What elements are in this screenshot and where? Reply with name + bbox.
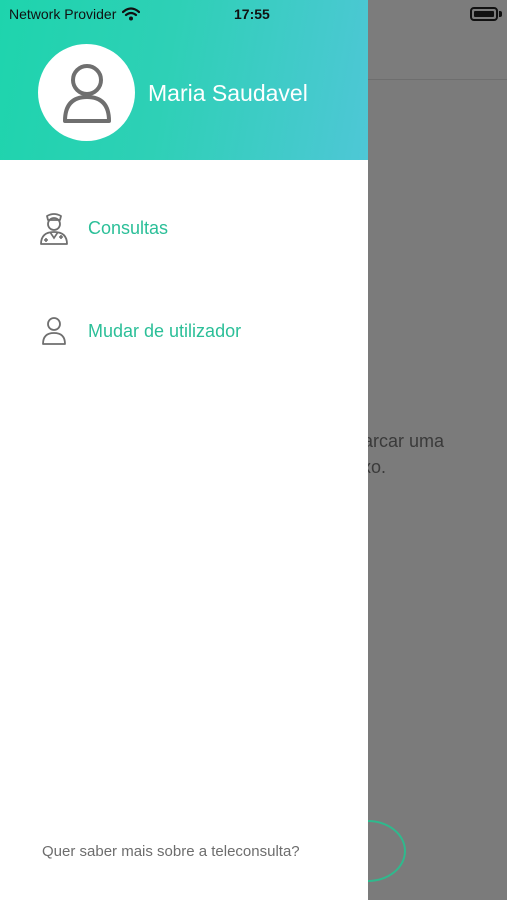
- doctor-icon: [38, 211, 70, 245]
- navigation-drawer: Maria Saudavel Consultas Mudar de utiliz…: [0, 0, 368, 900]
- battery-tip: [499, 11, 502, 17]
- background-text: marcar uma aixo.: [348, 428, 507, 480]
- teleconsulta-info-link[interactable]: Quer saber mais sobre a teleconsulta?: [42, 843, 300, 860]
- status-bar: Network Provider 17:55: [0, 0, 507, 28]
- avatar[interactable]: [38, 44, 135, 141]
- menu-item-label: Consultas: [88, 217, 169, 238]
- user-icon: [38, 314, 70, 348]
- background-text-line: aixo.: [348, 454, 507, 480]
- status-left: Network Provider: [9, 6, 141, 22]
- carrier-label: Network Provider: [9, 6, 117, 22]
- menu-item-consultas[interactable]: Consultas: [0, 198, 368, 258]
- menu-item-mudar-utilizador[interactable]: Mudar de utilizador: [0, 301, 368, 361]
- wifi-icon: [122, 7, 141, 21]
- background-text-line: marcar uma: [348, 431, 445, 451]
- status-time: 17:55: [234, 6, 270, 22]
- battery-icon: [470, 7, 498, 21]
- menu-item-label: Mudar de utilizador: [88, 320, 242, 341]
- user-name: Maria Saudavel: [148, 80, 308, 106]
- user-icon: [62, 63, 111, 123]
